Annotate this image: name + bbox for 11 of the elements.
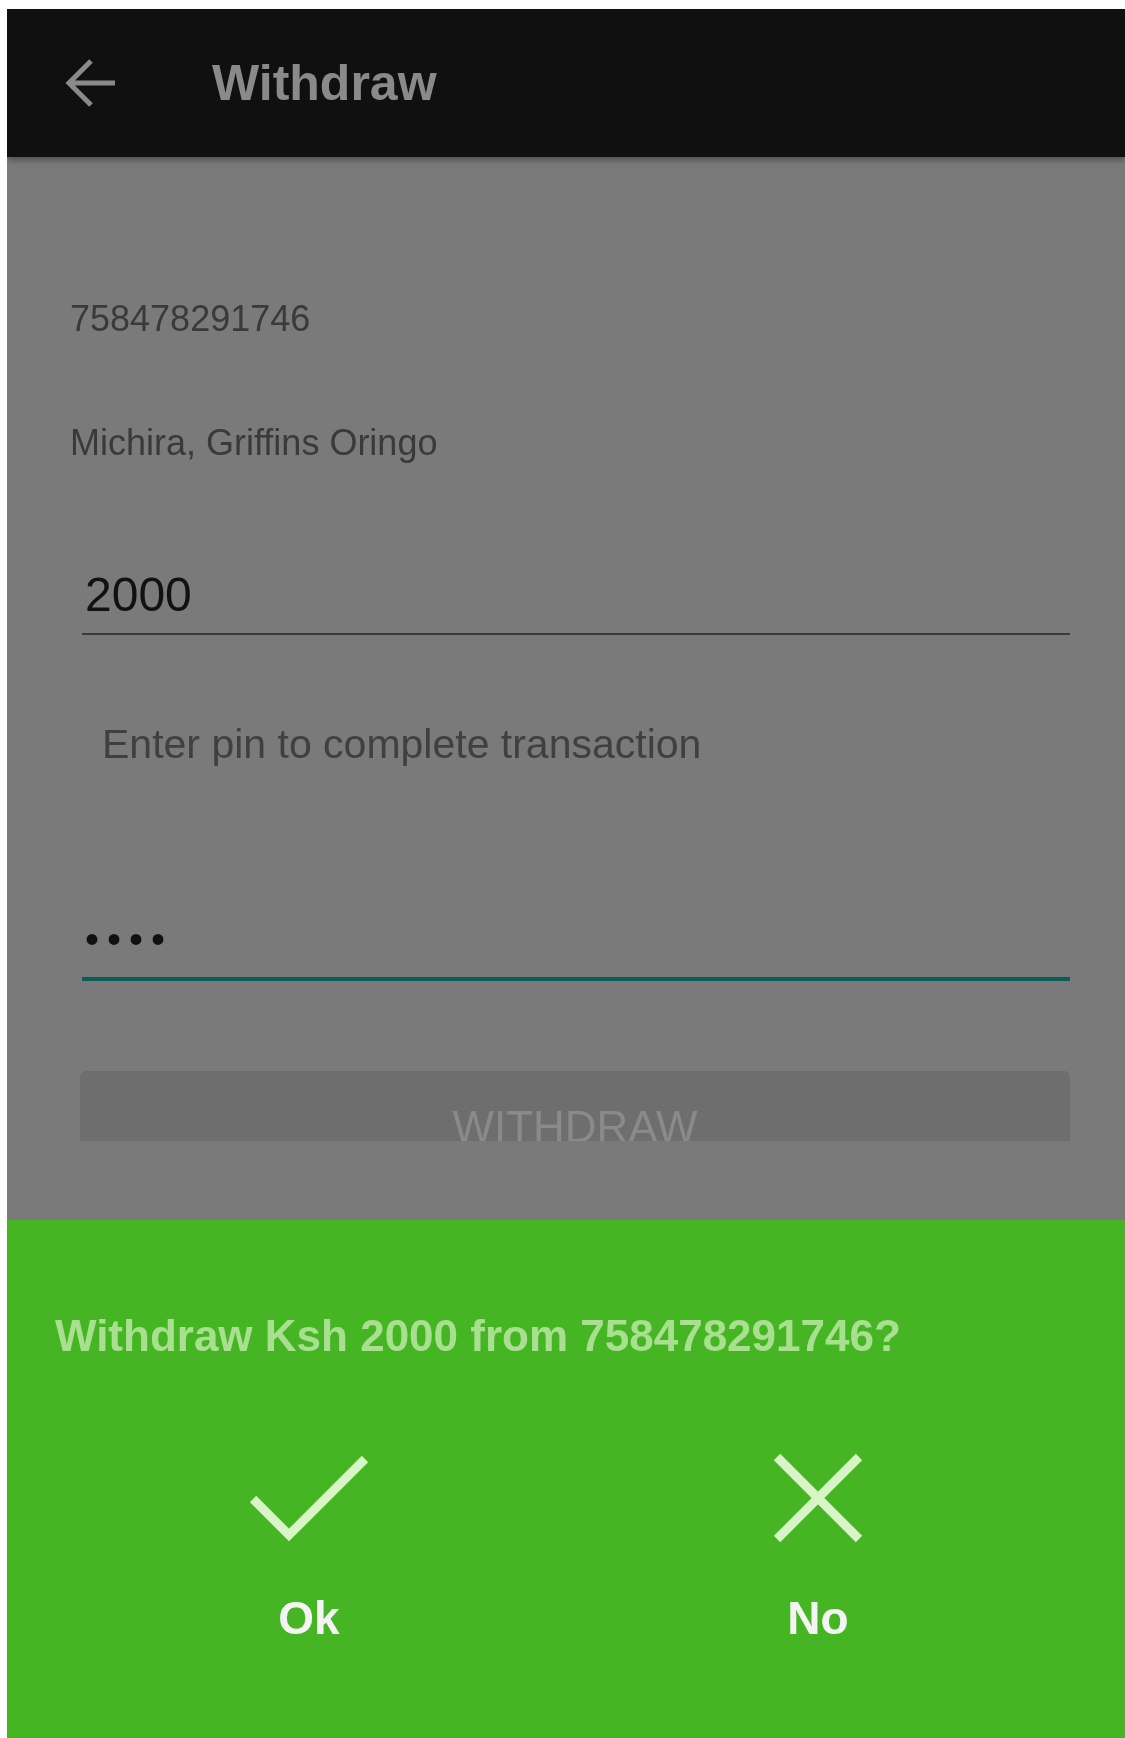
close-icon [773,1453,863,1543]
screen-title: Withdraw [212,54,437,112]
pin-prompt: Enter pin to complete transaction [102,720,703,769]
check-icon [249,1453,369,1543]
account-number: 758478291746 [70,297,312,341]
account-name: Michira, Griffins Oringo [70,421,439,465]
confirmation-message: Withdraw Ksh 2000 from 758478291746? [55,1310,902,1362]
pin-field[interactable]: •••• [82,909,1070,981]
no-button[interactable]: No [767,1452,869,1646]
ok-button[interactable]: Ok [243,1452,375,1646]
amount-field[interactable]: 2000 [82,565,1070,635]
